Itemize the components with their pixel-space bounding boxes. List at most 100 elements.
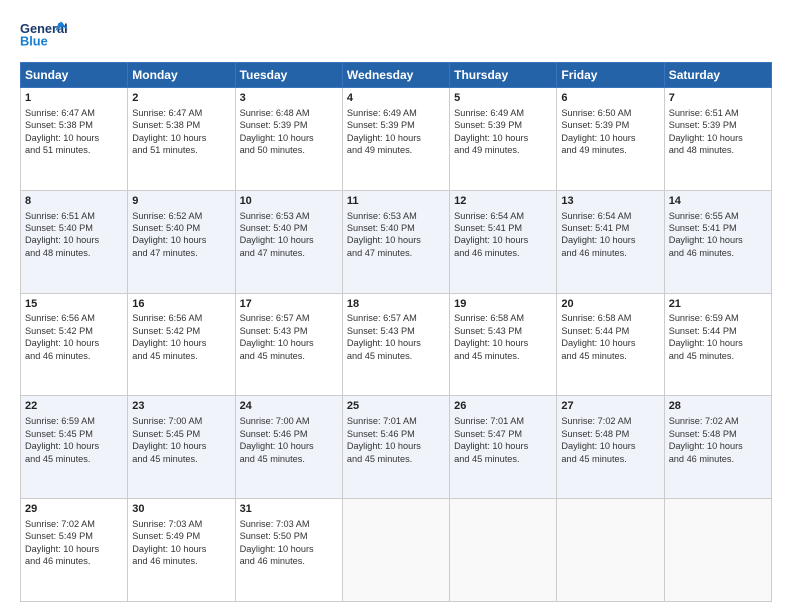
calendar-header-row: SundayMondayTuesdayWednesdayThursdayFrid… [21, 63, 772, 88]
day-info-line: Daylight: 10 hours [347, 440, 445, 452]
day-number: 25 [347, 399, 445, 414]
day-info-line: Sunrise: 6:55 AM [669, 210, 767, 222]
day-number: 9 [132, 194, 230, 209]
day-number: 3 [240, 91, 338, 106]
day-info-line: Sunrise: 6:51 AM [669, 107, 767, 119]
day-info-line: Daylight: 10 hours [25, 337, 123, 349]
day-info-line: Daylight: 10 hours [240, 234, 338, 246]
calendar-week-row: 29Sunrise: 7:02 AMSunset: 5:49 PMDayligh… [21, 499, 772, 602]
day-number: 6 [561, 91, 659, 106]
day-info-line: Sunrise: 6:57 AM [347, 312, 445, 324]
day-info-line: Sunset: 5:45 PM [132, 428, 230, 440]
day-number: 26 [454, 399, 552, 414]
day-info-line: Daylight: 10 hours [132, 543, 230, 555]
day-info-line: Sunrise: 6:53 AM [347, 210, 445, 222]
logo: General Blue [20, 18, 68, 54]
day-info-line: and 51 minutes. [132, 144, 230, 156]
day-info-line: and 45 minutes. [561, 350, 659, 362]
day-info-line: and 46 minutes. [561, 247, 659, 259]
day-info-line: Sunrise: 6:59 AM [25, 415, 123, 427]
calendar-cell: 15Sunrise: 6:56 AMSunset: 5:42 PMDayligh… [21, 293, 128, 396]
day-info-line: and 45 minutes. [347, 350, 445, 362]
day-info-line: Sunrise: 6:50 AM [561, 107, 659, 119]
day-info-line: Sunrise: 6:48 AM [240, 107, 338, 119]
day-info-line: and 45 minutes. [25, 453, 123, 465]
calendar-table: SundayMondayTuesdayWednesdayThursdayFrid… [20, 62, 772, 602]
day-info-line: and 46 minutes. [132, 555, 230, 567]
day-info-line: Sunset: 5:45 PM [25, 428, 123, 440]
day-info-line: Sunset: 5:50 PM [240, 530, 338, 542]
calendar-cell [664, 499, 771, 602]
day-info-line: and 49 minutes. [454, 144, 552, 156]
day-number: 24 [240, 399, 338, 414]
day-info-line: Daylight: 10 hours [454, 337, 552, 349]
day-info-line: and 46 minutes. [25, 350, 123, 362]
calendar-cell: 26Sunrise: 7:01 AMSunset: 5:47 PMDayligh… [450, 396, 557, 499]
calendar-week-row: 8Sunrise: 6:51 AMSunset: 5:40 PMDaylight… [21, 190, 772, 293]
day-info-line: Sunrise: 7:03 AM [132, 518, 230, 530]
day-info-line: Sunrise: 6:57 AM [240, 312, 338, 324]
day-info-line: Daylight: 10 hours [25, 440, 123, 452]
calendar-header-thursday: Thursday [450, 63, 557, 88]
day-number: 2 [132, 91, 230, 106]
day-info-line: Daylight: 10 hours [669, 440, 767, 452]
day-info-line: Sunrise: 6:49 AM [347, 107, 445, 119]
calendar-cell: 20Sunrise: 6:58 AMSunset: 5:44 PMDayligh… [557, 293, 664, 396]
day-info-line: Sunrise: 6:52 AM [132, 210, 230, 222]
day-info-line: and 45 minutes. [454, 453, 552, 465]
day-info-line: Sunset: 5:43 PM [454, 325, 552, 337]
day-info-line: Sunset: 5:40 PM [25, 222, 123, 234]
calendar-cell: 13Sunrise: 6:54 AMSunset: 5:41 PMDayligh… [557, 190, 664, 293]
day-info-line: and 47 minutes. [347, 247, 445, 259]
calendar-cell: 3Sunrise: 6:48 AMSunset: 5:39 PMDaylight… [235, 88, 342, 191]
day-info-line: Sunrise: 6:54 AM [561, 210, 659, 222]
day-number: 20 [561, 297, 659, 312]
calendar-cell [450, 499, 557, 602]
day-info-line: Daylight: 10 hours [25, 543, 123, 555]
day-info-line: Sunrise: 7:03 AM [240, 518, 338, 530]
day-number: 18 [347, 297, 445, 312]
day-info-line: Sunset: 5:39 PM [561, 119, 659, 131]
calendar-cell [557, 499, 664, 602]
day-info-line: Sunrise: 6:56 AM [132, 312, 230, 324]
day-info-line: Sunrise: 7:01 AM [347, 415, 445, 427]
day-info-line: Sunset: 5:40 PM [347, 222, 445, 234]
calendar-cell: 19Sunrise: 6:58 AMSunset: 5:43 PMDayligh… [450, 293, 557, 396]
day-info-line: and 45 minutes. [347, 453, 445, 465]
day-number: 22 [25, 399, 123, 414]
calendar-cell: 2Sunrise: 6:47 AMSunset: 5:38 PMDaylight… [128, 88, 235, 191]
calendar-cell: 14Sunrise: 6:55 AMSunset: 5:41 PMDayligh… [664, 190, 771, 293]
calendar-week-row: 22Sunrise: 6:59 AMSunset: 5:45 PMDayligh… [21, 396, 772, 499]
day-number: 30 [132, 502, 230, 517]
calendar-cell: 1Sunrise: 6:47 AMSunset: 5:38 PMDaylight… [21, 88, 128, 191]
day-info-line: Daylight: 10 hours [347, 234, 445, 246]
day-info-line: Daylight: 10 hours [669, 132, 767, 144]
day-number: 23 [132, 399, 230, 414]
day-number: 1 [25, 91, 123, 106]
day-info-line: and 47 minutes. [240, 247, 338, 259]
calendar-cell: 17Sunrise: 6:57 AMSunset: 5:43 PMDayligh… [235, 293, 342, 396]
calendar-header-saturday: Saturday [664, 63, 771, 88]
day-info-line: Daylight: 10 hours [669, 234, 767, 246]
header: General Blue [20, 18, 772, 54]
calendar-header-monday: Monday [128, 63, 235, 88]
calendar-week-row: 1Sunrise: 6:47 AMSunset: 5:38 PMDaylight… [21, 88, 772, 191]
day-number: 19 [454, 297, 552, 312]
day-info-line: Sunrise: 7:02 AM [561, 415, 659, 427]
day-info-line: Daylight: 10 hours [132, 337, 230, 349]
day-info-line: Sunrise: 6:54 AM [454, 210, 552, 222]
day-info-line: Daylight: 10 hours [347, 337, 445, 349]
day-info-line: Daylight: 10 hours [454, 440, 552, 452]
day-info-line: Sunset: 5:39 PM [240, 119, 338, 131]
logo-icon: General Blue [20, 18, 68, 54]
day-info-line: Daylight: 10 hours [454, 132, 552, 144]
day-info-line: and 48 minutes. [669, 144, 767, 156]
calendar-cell: 30Sunrise: 7:03 AMSunset: 5:49 PMDayligh… [128, 499, 235, 602]
calendar-cell: 29Sunrise: 7:02 AMSunset: 5:49 PMDayligh… [21, 499, 128, 602]
day-info-line: Daylight: 10 hours [561, 132, 659, 144]
day-number: 5 [454, 91, 552, 106]
day-info-line: Sunset: 5:42 PM [25, 325, 123, 337]
calendar-header-sunday: Sunday [21, 63, 128, 88]
day-info-line: Sunrise: 6:59 AM [669, 312, 767, 324]
day-info-line: Sunrise: 6:58 AM [561, 312, 659, 324]
